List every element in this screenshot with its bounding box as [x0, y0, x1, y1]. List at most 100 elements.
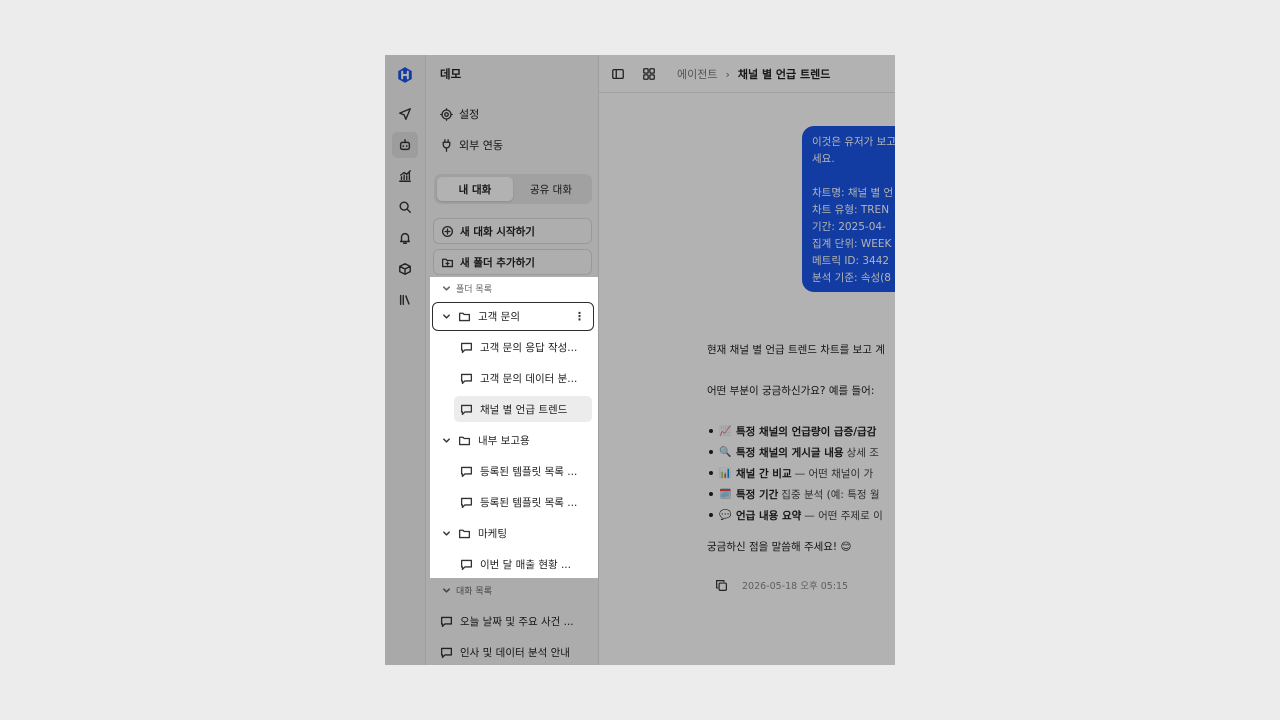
settings-link[interactable]: 설정 — [440, 104, 479, 124]
library-icon[interactable] — [392, 287, 418, 313]
tab-shared-conversations[interactable]: 공유 대화 — [513, 177, 589, 201]
chat-item[interactable]: 등록된 템플릿 목록 ... — [454, 458, 592, 484]
speech-bubble-icon: 💬 — [719, 510, 732, 521]
chat-title: 고객 문의 응답 작성... — [480, 341, 578, 354]
chat-bubble-icon — [460, 342, 473, 353]
analytics-chart-icon[interactable] — [392, 163, 418, 189]
assistant-bullet-list: 📈 특정 채널의 언급량이 급증/급감 🔍 특정 채널의 게시글 내용 상세 조… — [709, 421, 895, 526]
bullet-item: 🔍 특정 채널의 게시글 내용 상세 조 — [709, 442, 895, 463]
chart-up-icon: 📈 — [719, 426, 732, 437]
cube-icon[interactable] — [392, 256, 418, 282]
folder-item[interactable]: 내부 보고용 — [440, 427, 590, 453]
chat-item-selected[interactable]: 채널 별 언급 트렌드 — [454, 396, 592, 422]
integrations-label: 외부 연동 — [459, 139, 503, 152]
folder-name: 고객 문의 — [478, 311, 520, 323]
agent-bot-icon[interactable] — [392, 132, 418, 158]
integrations-link[interactable]: 외부 연동 — [440, 135, 503, 155]
chat-bubble-icon — [440, 647, 453, 658]
breadcrumb: 에이전트 › 채널 별 언급 트렌드 — [677, 66, 830, 82]
user-message-line: 세요. — [812, 153, 835, 165]
folder-section-label: 폴더 목록 — [456, 284, 492, 295]
bar-chart-icon: 📊 — [719, 468, 732, 479]
calendar-icon: 🗓️ — [719, 489, 732, 500]
folder-section-header[interactable]: 폴더 목록 — [442, 281, 492, 295]
app-window: 데모 설정 외부 연동 내 대화 공유 대화 새 대화 시작하기 새 폴더 추가… — [385, 55, 895, 665]
user-message-bubble: 이것은 유저가 보고 세요. 차트명: 채널 별 언 차트 유형: TREN 기… — [802, 126, 895, 292]
conversation-section-label: 대화 목록 — [456, 586, 492, 597]
folder-name: 내부 보고용 — [478, 434, 530, 447]
aggregation-detail: 집계 단위: WEEK — [812, 238, 892, 250]
chat-bubble-icon — [460, 497, 473, 508]
folder-item[interactable]: 마케팅 — [440, 520, 590, 546]
plug-icon — [442, 138, 451, 152]
chat-item[interactable]: 이번 달 매출 현황 ... — [454, 551, 592, 577]
chat-bubble-icon — [460, 559, 473, 570]
workspace-title: 데모 — [440, 67, 462, 81]
folder-icon — [458, 529, 471, 538]
icon-rail — [385, 55, 426, 665]
conversation-title: 인사 및 데이터 분석 안내 — [460, 646, 570, 659]
bullet-item: 🗓️ 특정 기간 집중 분석 (예: 특정 월 — [709, 484, 895, 505]
bullet-text: 상세 조 — [846, 447, 879, 459]
folder-item[interactable]: 고객 문의 ⋮ — [432, 302, 594, 331]
user-message-line: 이것은 유저가 보고 — [812, 136, 895, 148]
chat-title: 등록된 템플릿 목록 ... — [480, 465, 578, 478]
message-timestamp: 2026-05-18 오후 05:15 — [742, 581, 849, 592]
chat-bubble-icon — [460, 404, 473, 415]
chat-bubble-icon — [460, 373, 473, 384]
folder-icon — [458, 436, 471, 445]
folder-plus-icon — [441, 258, 454, 267]
conversation-title: 오늘 날짜 및 주요 사건 ... — [460, 615, 574, 628]
bullet-item: 📈 특정 채널의 언급량이 급증/급감 — [709, 421, 895, 442]
logo-icon[interactable] — [392, 62, 418, 88]
analysis-basis-detail: 분석 기준: 속성(8 — [812, 272, 891, 284]
copy-icon[interactable] — [715, 579, 728, 592]
chevron-down-icon — [443, 530, 450, 536]
bell-icon[interactable] — [392, 225, 418, 251]
assistant-question: 어떤 부분이 궁금하신가요? 예를 들어: — [707, 385, 875, 397]
tab-my-conversations[interactable]: 내 대화 — [437, 177, 513, 201]
more-options-icon[interactable]: ⋮ — [574, 310, 585, 323]
metric-id-detail: 메트릭 ID: 3442 — [812, 255, 890, 267]
chevron-down-icon — [443, 314, 450, 319]
bullet-text: — 어떤 주제로 이 — [804, 510, 883, 522]
folder-icon — [458, 312, 471, 322]
chat-title: 등록된 템플릿 목록 ... — [480, 496, 578, 509]
bullet-bold: 특정 기간 — [736, 489, 779, 501]
plus-circle-icon — [441, 225, 454, 237]
grid-icon[interactable] — [641, 66, 657, 82]
conversation-item[interactable]: 인사 및 데이터 분석 안내 — [440, 641, 590, 663]
bullet-bold: 특정 채널의 언급량이 급증/급감 — [736, 426, 877, 438]
new-chat-label: 새 대화 시작하기 — [460, 225, 535, 238]
message-meta: 2026-05-18 오후 05:15 — [715, 578, 848, 592]
chat-title: 고객 문의 데이터 분... — [480, 372, 578, 385]
bullet-item: 💬 언급 내용 요약 — 어떤 주제로 이 — [709, 505, 895, 526]
breadcrumb-parent[interactable]: 에이전트 — [677, 66, 717, 82]
conversation-section-header[interactable]: 대화 목록 — [442, 583, 492, 597]
chat-item[interactable]: 등록된 템플릿 목록 ... — [454, 489, 592, 515]
new-folder-button[interactable]: 새 폴더 추가하기 — [433, 249, 592, 275]
chevron-down-icon — [442, 587, 451, 593]
bullet-bold: 채널 간 비교 — [736, 468, 792, 480]
conversation-item[interactable]: 오늘 날짜 및 주요 사건 ... — [440, 610, 590, 632]
chat-item[interactable]: 고객 문의 데이터 분... — [454, 365, 592, 391]
settings-label: 설정 — [459, 108, 480, 121]
chart-type-detail: 차트 유형: TREN — [812, 204, 890, 216]
bullet-text: — 어떤 채널이 가 — [794, 468, 874, 480]
bullet-text: 집중 분석 (예: 특정 월 — [781, 489, 880, 501]
search-icon[interactable] — [392, 194, 418, 220]
chat-item[interactable]: 고객 문의 응답 작성... — [454, 334, 592, 360]
assistant-closing: 궁금하신 점을 말씀해 주세요! 😊 — [707, 541, 852, 553]
sidebar-toggle-icon[interactable] — [610, 66, 626, 82]
new-folder-label: 새 폴더 추가하기 — [460, 256, 535, 269]
new-chat-button[interactable]: 새 대화 시작하기 — [433, 218, 592, 244]
send-icon[interactable] — [392, 101, 418, 127]
chat-bubble-icon — [460, 466, 473, 477]
sidebar: 데모 설정 외부 연동 내 대화 공유 대화 새 대화 시작하기 새 폴더 추가… — [426, 55, 599, 665]
chat-title: 이번 달 매출 현황 ... — [480, 558, 571, 571]
assistant-intro: 현재 채널 별 언급 트렌드 차트를 보고 계 — [707, 344, 885, 356]
breadcrumb-separator: › — [725, 67, 730, 81]
chat-title: 채널 별 언급 트렌드 — [480, 403, 568, 416]
gear-icon — [440, 107, 453, 121]
chevron-down-icon — [443, 437, 450, 443]
